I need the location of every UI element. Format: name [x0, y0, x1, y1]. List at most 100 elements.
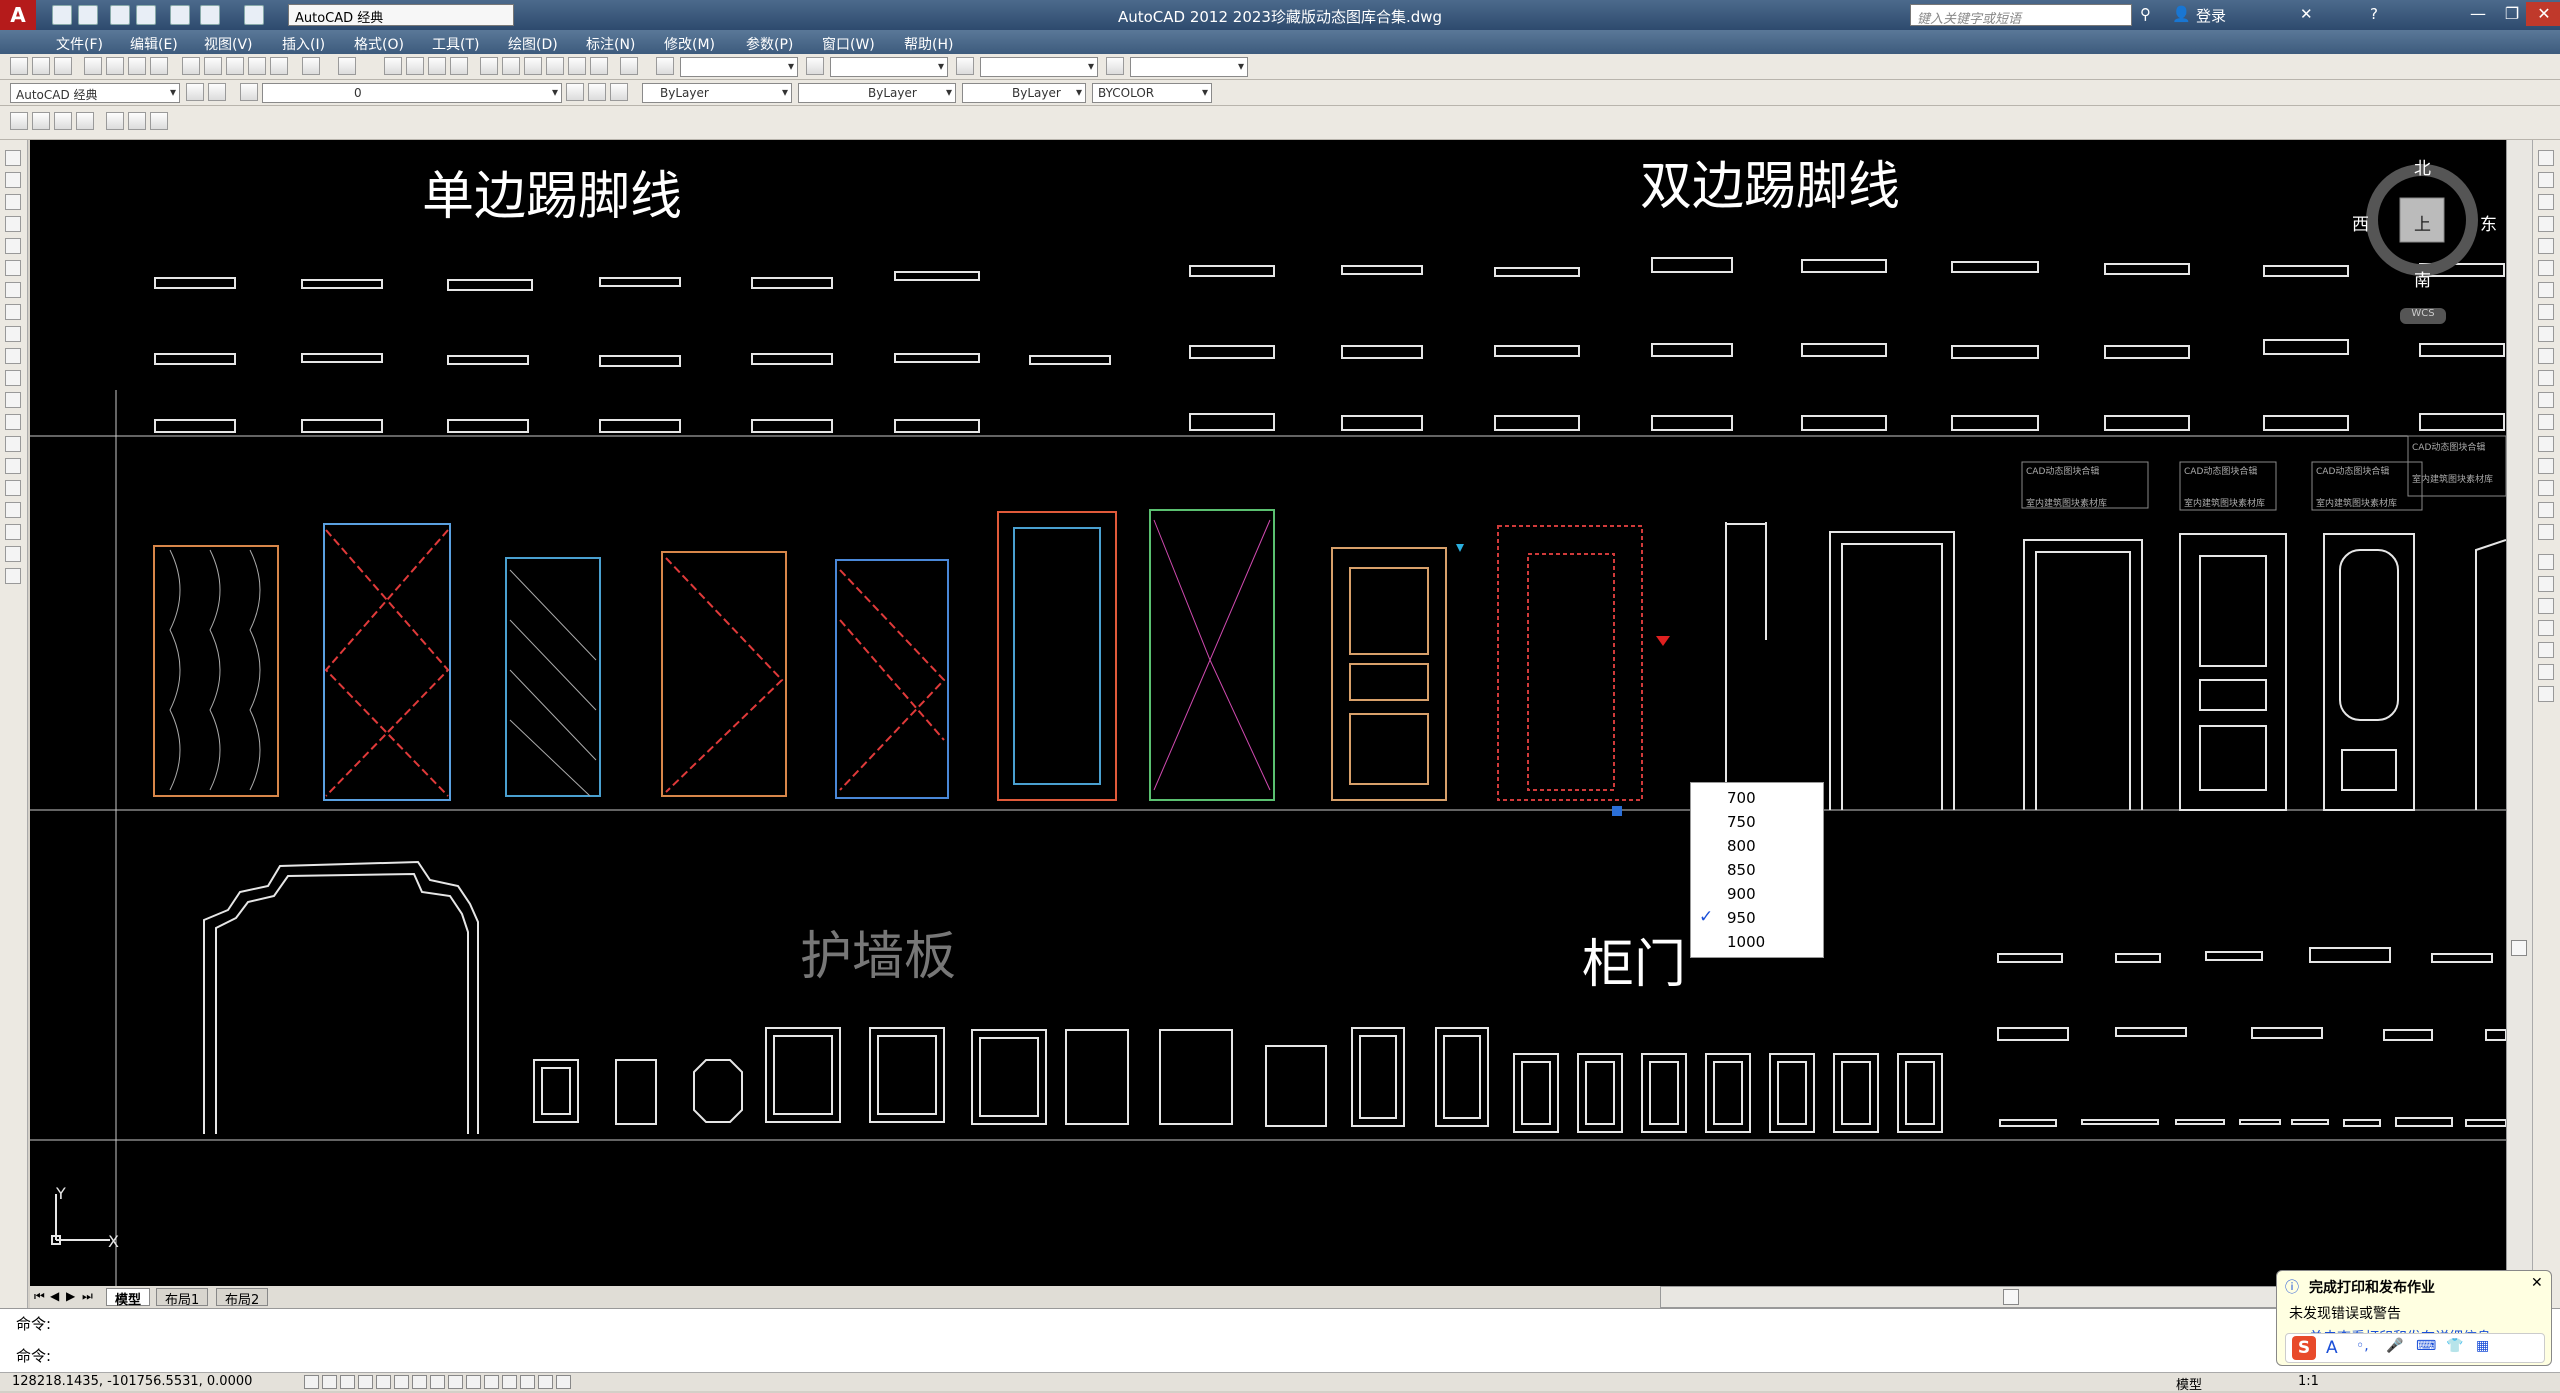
mirror-icon[interactable]: [2538, 194, 2554, 210]
exchange-icon[interactable]: ✕: [2300, 5, 2313, 23]
ime-keyboard-icon[interactable]: ⌨: [2416, 1338, 2436, 1354]
design-center-icon[interactable]: [502, 57, 520, 75]
hatch-back-icon[interactable]: [2538, 686, 2554, 702]
plotstyle-combo[interactable]: BYCOLOR: [1092, 83, 1212, 103]
layer-combo[interactable]: 0: [262, 83, 562, 103]
pan-icon[interactable]: [384, 57, 402, 75]
add-selected-icon[interactable]: [5, 568, 21, 584]
explode-icon[interactable]: [2538, 524, 2554, 540]
dropdown-option-750[interactable]: 750: [1727, 813, 1756, 831]
block-editor-icon[interactable]: [270, 57, 288, 75]
rectangle-icon[interactable]: [5, 238, 21, 254]
menu-dimension[interactable]: 标注(N): [586, 34, 635, 54]
dim-style-icon[interactable]: [806, 57, 824, 75]
workspace-combo[interactable]: AutoCAD 经典: [10, 83, 180, 103]
dim-style-combo[interactable]: [830, 57, 948, 77]
table-style-combo[interactable]: [980, 57, 1098, 77]
dynamic-ucs-icon[interactable]: [448, 1375, 463, 1389]
render-icon[interactable]: [76, 112, 94, 130]
tab-layout1[interactable]: 布局1: [156, 1288, 209, 1308]
drawing-canvas[interactable]: 单边踢脚线 双边踢脚线 护墙板 柜门 CAD动态图块合辑 室内建筑图块素材库 C…: [30, 140, 2506, 1286]
erase-icon[interactable]: [2538, 150, 2554, 166]
circle-icon[interactable]: [5, 282, 21, 298]
ime-punctuation-icon[interactable]: ◦,: [2356, 1338, 2369, 1354]
array-icon[interactable]: [2538, 238, 2554, 254]
text-style-icon[interactable]: [656, 57, 674, 75]
viewport-icon[interactable]: [32, 112, 50, 130]
menu-edit[interactable]: 编辑(E): [130, 34, 178, 54]
arc-icon[interactable]: [5, 260, 21, 276]
menu-insert[interactable]: 插入(I): [282, 34, 325, 54]
fillet-icon[interactable]: [2538, 480, 2554, 496]
dropdown-option-950[interactable]: 950: [1727, 909, 1756, 927]
make-block-icon[interactable]: [5, 414, 21, 430]
linetype-combo[interactable]: ByLayer: [798, 83, 956, 103]
horizontal-scroll-thumb[interactable]: [2003, 1289, 2019, 1305]
grid-display-icon[interactable]: [340, 1375, 355, 1389]
region-icon[interactable]: [5, 502, 21, 518]
dropdown-option-1000[interactable]: 1000: [1727, 933, 1765, 951]
annotation-monitor-icon[interactable]: [556, 1375, 571, 1389]
dropdown-option-900[interactable]: 900: [1727, 885, 1756, 903]
3d-osnap-icon[interactable]: [412, 1375, 427, 1389]
text-front-icon[interactable]: [2538, 664, 2554, 680]
cut-icon[interactable]: [182, 57, 200, 75]
draw-order-icon[interactable]: [2538, 554, 2554, 570]
revision-cloud-icon[interactable]: [5, 304, 21, 320]
menu-draw[interactable]: 绘图(D): [508, 34, 558, 54]
break-icon[interactable]: [2538, 414, 2554, 430]
dynamic-input-icon[interactable]: [466, 1375, 481, 1389]
ime-toolbar[interactable]: S A ◦, 🎤 ⌨ 👕 ▦: [2285, 1333, 2545, 1363]
snap-mode-icon[interactable]: [322, 1375, 337, 1389]
table-icon[interactable]: [5, 524, 21, 540]
zoom-previous-icon[interactable]: [450, 57, 468, 75]
coordinates-readout[interactable]: 128218.1435, -101756.5531, 0.0000: [12, 1374, 252, 1389]
rotate-icon[interactable]: [2538, 282, 2554, 298]
tab-nav-last-icon[interactable]: ⏭: [82, 1289, 93, 1304]
tab-nav-prev-icon[interactable]: ◀: [50, 1289, 59, 1303]
named-views-icon[interactable]: [10, 112, 28, 130]
layer-manager-icon[interactable]: [240, 83, 258, 101]
preview-icon[interactable]: [106, 57, 124, 75]
compass-west[interactable]: 西: [2352, 210, 2369, 235]
gradient-icon[interactable]: [5, 480, 21, 496]
markup-icon[interactable]: [568, 57, 586, 75]
vertical-scrollbar[interactable]: [2506, 140, 2532, 1286]
tool-palettes-icon[interactable]: [524, 57, 542, 75]
send-back-icon[interactable]: [2538, 598, 2554, 614]
steering-wheel-icon[interactable]: [128, 112, 146, 130]
ime-microphone-icon[interactable]: 🎤: [2386, 1338, 2403, 1354]
help-icon[interactable]: ?: [2370, 5, 2378, 23]
text-style-combo[interactable]: [680, 57, 798, 77]
polygon-icon[interactable]: [5, 216, 21, 232]
user-icon[interactable]: 👤: [2172, 5, 2191, 23]
tab-layout2[interactable]: 布局2: [216, 1288, 269, 1308]
blend-icon[interactable]: [2538, 502, 2554, 518]
grip-handle[interactable]: [1612, 806, 1622, 816]
scale-icon[interactable]: [2538, 304, 2554, 320]
menu-format[interactable]: 格式(O): [354, 34, 404, 54]
point-icon[interactable]: [5, 436, 21, 452]
sheet-set-icon[interactable]: [546, 57, 564, 75]
layer-state-icon[interactable]: [610, 83, 628, 101]
tab-nav-next-icon[interactable]: ▶: [66, 1289, 75, 1303]
help-toolbar-icon[interactable]: [620, 57, 638, 75]
login-link[interactable]: 登录: [2196, 5, 2226, 26]
search-input[interactable]: 键入关键字或短语: [1910, 4, 2132, 27]
publish-icon[interactable]: [128, 57, 146, 75]
undo-toolbar-icon[interactable]: [302, 57, 320, 75]
bring-front-icon[interactable]: [2538, 576, 2554, 592]
compass-east[interactable]: 东: [2480, 210, 2497, 235]
tab-model[interactable]: 模型: [106, 1288, 151, 1308]
match-properties-icon[interactable]: [248, 57, 266, 75]
paste-icon[interactable]: [226, 57, 244, 75]
copy-object-icon[interactable]: [2538, 172, 2554, 188]
workspace-settings-icon[interactable]: [186, 83, 204, 101]
hatch-icon[interactable]: [5, 458, 21, 474]
menu-file[interactable]: 文件(F): [56, 34, 103, 54]
menu-modify[interactable]: 修改(M): [664, 34, 715, 54]
insert-block-icon[interactable]: [5, 392, 21, 408]
otrack-icon[interactable]: [430, 1375, 445, 1389]
multileader-style-combo[interactable]: [1130, 57, 1248, 77]
command-input[interactable]: 命令:: [16, 1345, 51, 1366]
